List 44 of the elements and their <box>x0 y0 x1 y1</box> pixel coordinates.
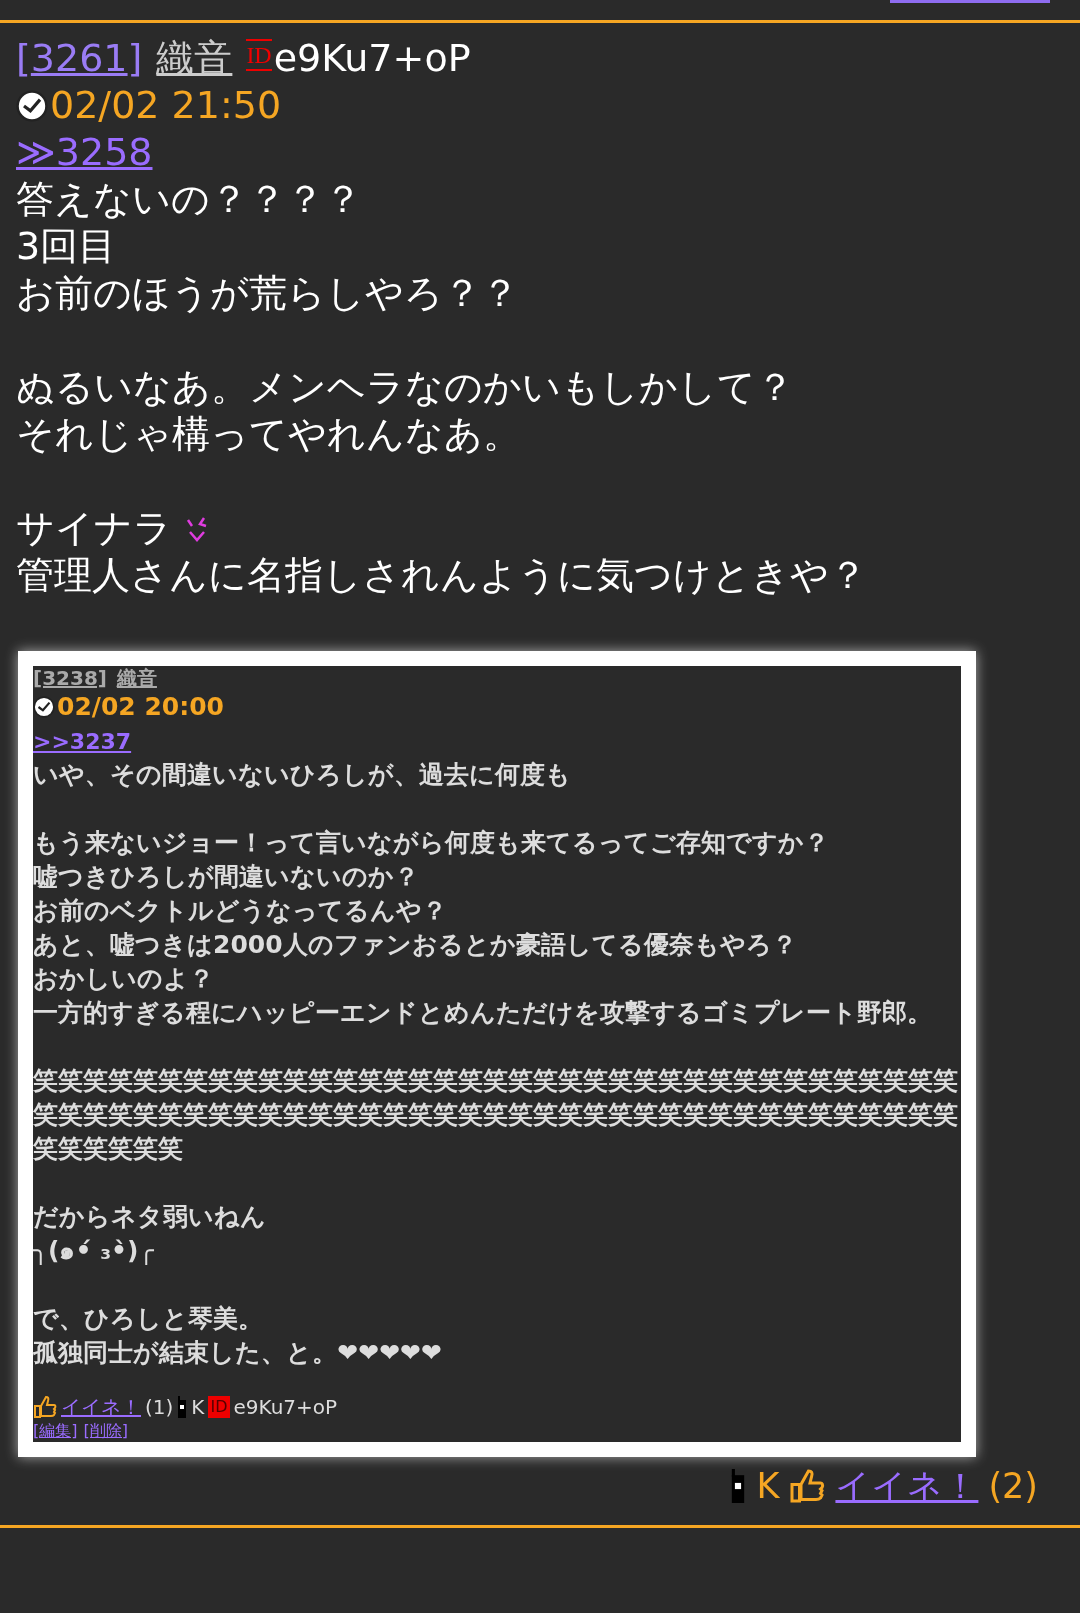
post-date: 02/02 21:50 <box>50 82 282 129</box>
poster-id: e9Ku7+oP <box>233 1394 338 1421</box>
message-line: で、ひろしと琴美。 <box>33 1303 264 1335</box>
action-link[interactable]: [削除] <box>83 1422 128 1440</box>
message-line: 管理人さんに名指しされんように気つけときや？ <box>16 552 868 599</box>
message-line: 孤独同士が結束した、と。❤❤❤❤❤ <box>33 1337 443 1369</box>
message-line: いや、その間違いないひろしが、過去に何度も <box>33 759 572 791</box>
message-line: あと、嘘つきは2000人のファンおるとか豪語してる優奈もやろ？ <box>33 929 798 961</box>
message-line: おかしいのよ？ <box>33 963 215 995</box>
reply-link[interactable]: >>3237 <box>33 729 132 754</box>
message-line: だからネタ弱いねん <box>33 1201 267 1233</box>
carrier-label: K <box>191 1394 205 1421</box>
thumbs-up-icon <box>789 1468 826 1504</box>
like-link[interactable]: イイネ！ <box>61 1392 141 1422</box>
poster-id: e9Ku7+oP <box>273 35 471 82</box>
message-line: お前のほうが荒らしやろ？？ <box>16 270 520 317</box>
message-line: それじゃ構ってやれんなあ。 <box>16 411 522 458</box>
message-line: 笑笑笑笑笑笑笑笑笑笑笑笑笑笑笑笑笑笑笑笑笑笑笑笑笑笑笑笑笑笑笑笑笑笑笑笑笑笑笑笑笑笑笑笑笑笑笑笑笑笑笑笑笑笑笑笑笑笑笑笑笑笑笑笑笑笑笑笑笑笑笑笑笑笑笑笑笑笑笑笑 <box>33 1065 959 1165</box>
message-line: 答えないの？？？？ <box>16 176 363 223</box>
reply-link[interactable]: ≫3258 <box>16 130 153 174</box>
post-number-link[interactable]: [3238] <box>33 666 107 690</box>
message-line: ぬるいなあ。メンヘラなのかいもしかして？ <box>16 364 795 411</box>
thumbs-up-icon <box>33 1395 57 1419</box>
phone-icon <box>730 1469 747 1503</box>
id-label: ID <box>246 39 272 71</box>
action-link[interactable]: [編集] <box>33 1422 78 1440</box>
id-label: ID <box>208 1396 230 1418</box>
like-count: (2) <box>988 1465 1038 1508</box>
carrier-label: K <box>756 1465 780 1508</box>
post-number-link[interactable]: [3261] <box>16 35 143 82</box>
message-line: もう来ないジョー！って言いながら何度も来てるってご存知ですか？ <box>33 827 830 859</box>
poster-name[interactable]: 織音 <box>156 35 233 82</box>
message-line: 一方的すぎる程にハッピーエンドとめんただけを攻撃するゴミプレート野郎。 <box>33 997 933 1029</box>
message-line: お前のベクトルどうなってるんや？ <box>33 895 448 927</box>
message-line: 3回目 <box>16 223 118 270</box>
post-date: 02/02 20:00 <box>57 691 224 723</box>
message-line: 嘘つきひろしが間違いないのか？ <box>33 861 420 893</box>
message-line: サイナラ <box>16 505 172 552</box>
message-line: ╮(๑•́ ₃•̀)╭ <box>33 1235 155 1267</box>
poster-name[interactable]: 織音 <box>116 666 157 690</box>
like-count: (1) <box>145 1394 174 1421</box>
tab-edge[interactable] <box>890 0 1050 3</box>
like-link[interactable]: イイネ！ <box>835 1461 979 1511</box>
phone-icon <box>177 1396 188 1418</box>
